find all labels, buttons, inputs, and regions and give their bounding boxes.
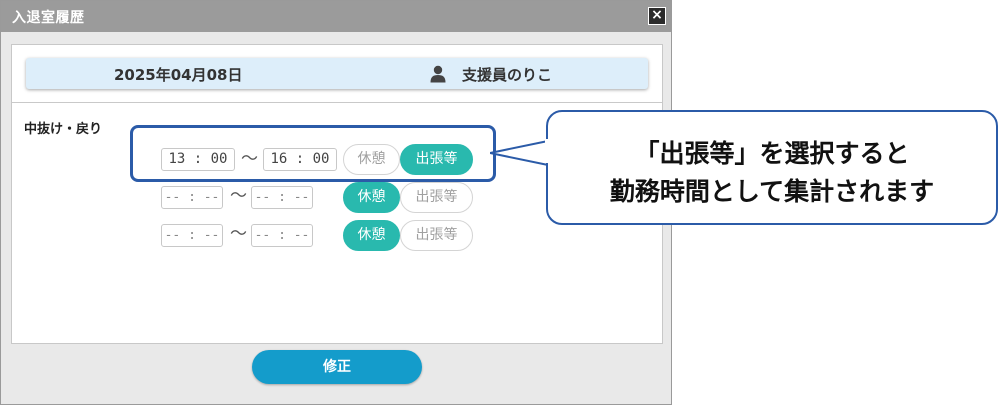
break-toggle[interactable]: 休憩 (343, 182, 400, 213)
section-label: 中抜け・戻り (24, 122, 103, 137)
range-separator: 〜 (230, 224, 247, 244)
business-trip-toggle[interactable]: 出張等 (400, 220, 473, 251)
break-toggle[interactable]: 休憩 (343, 220, 400, 251)
annotation-callout: 「出張等」を選択すると 勤務時間として集計されます (546, 110, 998, 225)
start-time-input[interactable]: -- : -- (161, 186, 223, 209)
date-user-header: 2025年04月08日 支援員のりこ (26, 58, 648, 89)
business-trip-toggle[interactable]: 出張等 (400, 182, 473, 213)
callout-line-1: 「出張等」を選択すると (634, 139, 910, 168)
start-time-input[interactable]: -- : -- (161, 224, 223, 247)
end-time-input[interactable]: -- : -- (251, 186, 313, 209)
staff-name: 支援員のりこ (462, 66, 553, 84)
dialog-title: 入退室履歴 (12, 10, 85, 26)
close-icon: × (651, 7, 663, 23)
record-date: 2025年04月08日 (114, 66, 243, 84)
dialog-titlebar: 入退室履歴 × (1, 1, 671, 32)
end-time-input[interactable]: -- : -- (251, 224, 313, 247)
person-icon (430, 65, 446, 83)
range-separator: 〜 (230, 186, 247, 206)
section-divider (12, 102, 662, 103)
callout-line-2: 勤務時間として集計されます (609, 177, 935, 206)
save-button[interactable]: 修正 (252, 350, 422, 384)
callout-pointer-mask (545, 139, 551, 163)
annotation-highlight (130, 125, 496, 182)
callout-pointer (490, 140, 549, 166)
close-button[interactable]: × (648, 7, 666, 25)
